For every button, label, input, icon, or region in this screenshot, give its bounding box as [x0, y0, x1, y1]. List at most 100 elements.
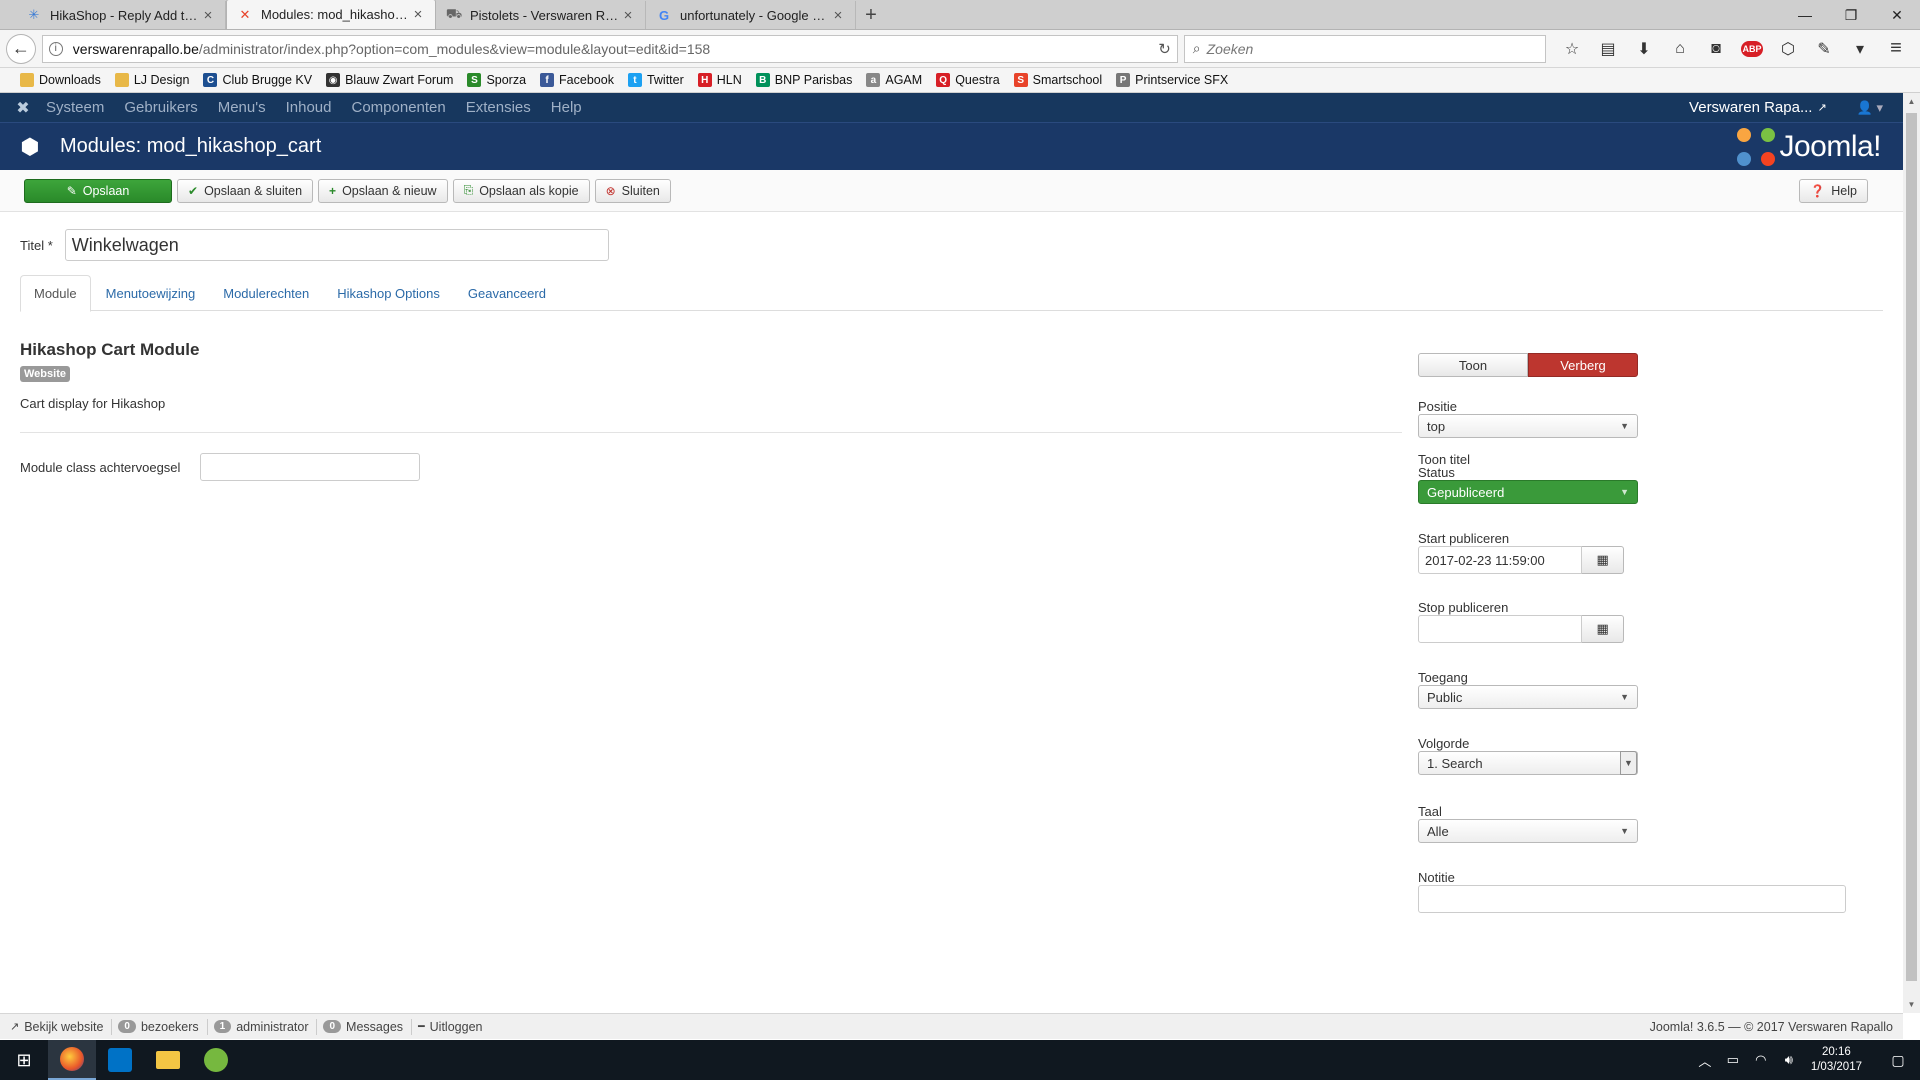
save-new-button[interactable]: + Opslaan & nieuw [318, 178, 448, 203]
user-icon[interactable]: 👤 ▾ [1857, 100, 1883, 116]
adblock-icon[interactable]: ABP [1741, 40, 1763, 57]
module-class-input[interactable] [200, 453, 420, 481]
close-window-icon[interactable]: ✕ [1874, 0, 1920, 30]
bookmark-agam[interactable]: a AGAM [866, 73, 922, 87]
menu-item-componenten[interactable]: Componenten [352, 99, 446, 116]
chevron-up-icon[interactable]: ︿ [1691, 1051, 1719, 1070]
administrator-link[interactable]: 1 administrator [213, 1018, 318, 1035]
home-icon[interactable]: ⌂ [1662, 34, 1698, 64]
minimize-icon[interactable]: — [1782, 0, 1828, 30]
bookmark-lj-design[interactable]: LJ Design [114, 73, 189, 87]
browser-tab-hikashop-reply[interactable]: ✳ HikaShop - Reply Add to c... × [16, 1, 226, 29]
bookmark-printservice-sfx[interactable]: P Printservice SFX [1116, 73, 1228, 87]
scrollbar-thumb[interactable] [1906, 113, 1917, 981]
calendar-icon[interactable]: ▦ [1582, 546, 1624, 574]
file-explorer-taskbar-icon[interactable] [144, 1040, 192, 1080]
access-select[interactable]: Public ▼ [1418, 685, 1638, 709]
close-icon[interactable]: × [831, 7, 845, 24]
info-icon[interactable]: i [48, 41, 63, 56]
close-label: Sluiten [621, 183, 660, 198]
close-button[interactable]: ⊗ Sluiten [594, 178, 671, 203]
bookmark-downloads[interactable]: Downloads [20, 73, 101, 87]
bookmark-facebook[interactable]: f Facebook [540, 73, 614, 87]
tab-modulerechten[interactable]: Modulerechten [210, 275, 322, 311]
bookmark-hln[interactable]: H HLN [697, 73, 742, 87]
bookmark-blauw-zwart-forum[interactable]: ◉ Blauw Zwart Forum [326, 73, 453, 87]
extension-icon[interactable]: ⬡ [1770, 34, 1806, 64]
language-label: Taal [1418, 804, 1442, 819]
bookmark-twitter[interactable]: t Twitter [627, 73, 684, 87]
messages-link[interactable]: 0 Messages [323, 1018, 413, 1035]
bookmark-smartschool[interactable]: S Smartschool [1013, 73, 1102, 87]
help-button[interactable]: ❓ Help [1799, 178, 1868, 203]
save-button[interactable]: ✎ Opslaan [24, 178, 172, 203]
restore-icon[interactable]: ❐ [1828, 0, 1874, 30]
order-select[interactable]: 1. Search ▼ [1418, 751, 1638, 775]
download-icon[interactable]: ⬇ [1626, 34, 1662, 64]
volume-icon[interactable]: 🔊︎ [1775, 1052, 1803, 1068]
sporza-icon: S [467, 73, 482, 87]
menu-item-systeem[interactable]: Systeem [46, 99, 104, 116]
pocket-icon[interactable]: ◙ [1698, 34, 1734, 64]
reload-icon[interactable]: ↻ [1158, 40, 1171, 58]
start-publish-input[interactable]: 2017-02-23 11:59:00 [1418, 546, 1583, 574]
close-icon[interactable]: × [201, 7, 215, 24]
bookmark-label: Twitter [646, 73, 684, 87]
menu-item-gebruikers[interactable]: Gebruikers [124, 99, 197, 116]
address-bar[interactable]: i verswarenrapallo.be/administrator/inde… [41, 34, 1178, 63]
outlook-taskbar-icon[interactable] [96, 1040, 144, 1080]
menu-item-extensies[interactable]: Extensies [466, 99, 531, 116]
tab-geavanceerd[interactable]: Geavanceerd [455, 275, 559, 311]
notification-icon[interactable]: ▢ [1876, 1052, 1920, 1069]
status-select[interactable]: Gepubliceerd ▼ [1418, 480, 1638, 504]
toon-button[interactable]: Toon [1418, 353, 1528, 377]
utorrent-taskbar-icon[interactable] [192, 1040, 240, 1080]
tab-module[interactable]: Module [20, 275, 91, 312]
close-icon[interactable]: × [411, 6, 425, 23]
logout-link[interactable]: ━ Uitloggen [418, 1019, 490, 1035]
title-input[interactable]: Winkelwagen [64, 229, 609, 261]
bookmark-club-brugge-kv[interactable]: C Club Brugge KV [203, 73, 312, 87]
wifi-icon[interactable]: ◠ [1747, 1052, 1775, 1068]
back-button[interactable]: ← [6, 33, 36, 64]
site-name-link[interactable]: Verswaren Rapa... [1689, 99, 1812, 116]
overflow-chevron-icon[interactable]: ▾ [1842, 34, 1878, 64]
search-input[interactable]: ⌕ Zoeken [1183, 34, 1546, 63]
star-icon[interactable]: ☆ [1554, 34, 1590, 64]
position-select[interactable]: top ▼ [1418, 414, 1638, 438]
note-input[interactable] [1418, 885, 1846, 913]
bookmark-questra[interactable]: Q Questra [936, 73, 1000, 87]
language-select[interactable]: Alle ▼ [1418, 819, 1638, 843]
extension-2-icon[interactable]: ✎ [1806, 34, 1842, 64]
firefox-taskbar-icon[interactable] [48, 1040, 96, 1080]
save-close-button[interactable]: ✔ Opslaan & sluiten [177, 178, 314, 203]
reading-list-icon[interactable]: ▤ [1590, 34, 1626, 64]
menu-item-inhoud[interactable]: Inhoud [286, 99, 332, 116]
scroll-down-icon[interactable]: ▼ [1903, 996, 1920, 1013]
windows-start-icon[interactable]: ⊞ [0, 1040, 48, 1080]
save-copy-button[interactable]: ⎘ Opslaan als kopie [452, 178, 590, 203]
scroll-up-icon[interactable]: ▲ [1903, 93, 1920, 110]
browser-tab-modules[interactable]: ✕ Modules: mod_hikashop_... × [226, 0, 436, 29]
browser-tab-pistolets[interactable]: ⛟ Pistolets - Verswaren Rapa... × [436, 1, 646, 29]
system-clock[interactable]: 20:16 1/03/2017 [1811, 1045, 1862, 1075]
new-tab-button[interactable]: + [856, 1, 886, 29]
visitors-link[interactable]: 0 bezoekers [118, 1018, 208, 1035]
browser-tab-google[interactable]: G unfortunately - Google zo... × [646, 1, 856, 29]
tab-hikashop-options[interactable]: Hikashop Options [324, 275, 453, 311]
joomla-logo-icon[interactable]: ✖ [0, 98, 46, 118]
stop-publish-input[interactable] [1418, 615, 1583, 643]
bookmark-bnp-parisbas[interactable]: B BNP Parisbas [755, 73, 852, 87]
tab-menutoewijzing[interactable]: Menutoewijzing [93, 275, 209, 311]
menu-item-menus[interactable]: Menu's [218, 99, 266, 116]
order-label: Volgorde [1418, 736, 1470, 751]
hamburger-menu-icon[interactable]: ≡ [1878, 34, 1914, 64]
page-scrollbar[interactable]: ▲ ▼ [1903, 93, 1920, 1013]
close-icon[interactable]: × [621, 7, 635, 24]
bookmark-sporza[interactable]: S Sporza [467, 73, 526, 87]
battery-icon[interactable]: ▭ [1719, 1052, 1747, 1068]
menu-item-help[interactable]: Help [551, 99, 582, 116]
view-site-link[interactable]: ↗ Bekijk website [10, 1018, 113, 1035]
calendar-icon[interactable]: ▦ [1582, 615, 1624, 643]
verberg-button[interactable]: Verberg [1528, 353, 1638, 377]
